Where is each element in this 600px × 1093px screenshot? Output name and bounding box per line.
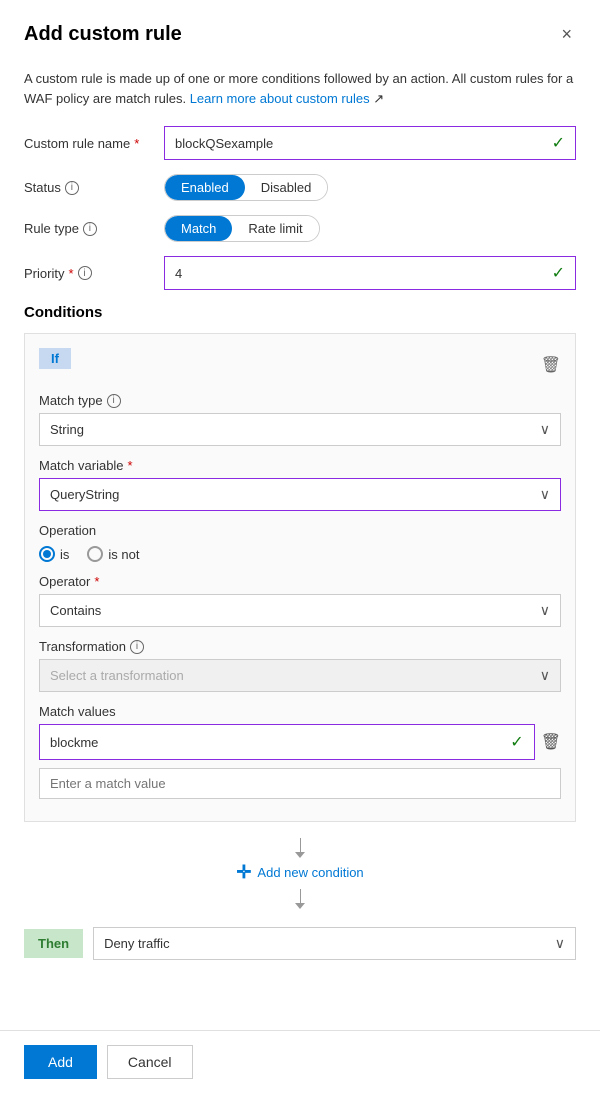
priority-valid-icon: ✓ xyxy=(552,263,565,283)
transformation-label: Transformation i xyxy=(39,639,561,654)
match-variable-chevron-icon: ∨ xyxy=(540,486,550,503)
dialog-title: Add custom rule xyxy=(24,23,182,46)
status-disabled-button[interactable]: Disabled xyxy=(245,175,328,200)
match-values-section: Match values blockme ✓ 🗑 xyxy=(39,704,561,799)
description-text: A custom rule is made up of one or more … xyxy=(24,69,576,108)
rule-type-rate-limit-button[interactable]: Rate limit xyxy=(232,216,318,241)
operation-is-radio[interactable] xyxy=(39,546,55,562)
match-type-select[interactable]: String ∨ xyxy=(39,413,561,446)
arrow-head xyxy=(295,852,305,858)
rule-type-control: Match Rate limit xyxy=(164,215,576,242)
match-value-row-empty xyxy=(39,768,561,799)
arrow-connector-2 xyxy=(295,889,305,909)
match-value-row-1: blockme ✓ 🗑 xyxy=(39,724,561,760)
then-action-select[interactable]: Deny traffic ∨ xyxy=(93,927,576,960)
priority-row: Priority * i 4 ✓ xyxy=(24,256,576,290)
conditions-section-title: Conditions xyxy=(24,304,576,321)
delete-match-value-icon[interactable]: 🗑 xyxy=(541,732,561,752)
operator-label: Operator * xyxy=(39,574,561,589)
match-values-label: Match values xyxy=(39,704,561,719)
priority-input[interactable]: 4 ✓ xyxy=(164,256,576,290)
then-chevron-icon: ∨ xyxy=(555,935,565,952)
required-star: * xyxy=(134,136,139,151)
priority-info-icon: i xyxy=(78,266,92,280)
match-variable-select[interactable]: QueryString ∨ xyxy=(39,478,561,511)
operation-radio-group: is is not xyxy=(39,546,561,562)
add-condition-button[interactable]: ✛ Add new condition xyxy=(236,862,363,883)
match-value-valid-icon: ✓ xyxy=(510,732,523,752)
operator-chevron-icon: ∨ xyxy=(540,602,550,619)
custom-rule-name-control: blockQSexample ✓ xyxy=(164,126,576,160)
rule-type-match-button[interactable]: Match xyxy=(165,216,232,241)
arrow-line xyxy=(300,838,301,852)
rule-type-toggle-group: Match Rate limit xyxy=(164,215,320,242)
match-type-label: Match type i xyxy=(39,393,561,408)
transformation-chevron-icon: ∨ xyxy=(540,667,550,684)
match-value-input-1[interactable]: blockme ✓ xyxy=(39,724,535,760)
custom-rule-name-input[interactable]: blockQSexample ✓ xyxy=(164,126,576,160)
arrow-line-2 xyxy=(300,889,301,903)
operation-row: Operation is is not xyxy=(39,523,561,562)
operation-is-not-item[interactable]: is not xyxy=(87,546,139,562)
valid-check-icon: ✓ xyxy=(552,133,565,153)
transformation-select[interactable]: Select a transformation ∨ xyxy=(39,659,561,692)
learn-more-link[interactable]: Learn more about custom rules xyxy=(190,91,370,106)
operation-label: Operation xyxy=(39,523,561,538)
operation-is-not-radio[interactable] xyxy=(87,546,103,562)
add-button[interactable]: Add xyxy=(24,1045,97,1079)
priority-control: 4 ✓ xyxy=(164,256,576,290)
operator-select[interactable]: Contains ∨ xyxy=(39,594,561,627)
condition-header: If 🗑 xyxy=(39,348,561,381)
rule-type-row: Rule type i Match Rate limit xyxy=(24,215,576,242)
status-toggle-group: Enabled Disabled xyxy=(164,174,328,201)
match-value-empty-input[interactable] xyxy=(39,768,561,799)
add-condition-row: ✛ Add new condition xyxy=(24,832,576,913)
if-label: If xyxy=(39,348,71,369)
then-label: Then xyxy=(24,929,83,958)
close-button[interactable]: × xyxy=(557,20,576,49)
arrow-head-2 xyxy=(295,903,305,909)
status-info-icon: i xyxy=(65,181,79,195)
conditions-box: If 🗑 Match type i String ∨ Match variabl… xyxy=(24,333,576,822)
status-row: Status i Enabled Disabled xyxy=(24,174,576,201)
add-custom-rule-dialog: Add custom rule × A custom rule is made … xyxy=(0,0,600,1093)
dialog-footer: Add Cancel xyxy=(0,1030,600,1093)
priority-required-star: * xyxy=(68,266,73,281)
match-variable-label: Match variable * xyxy=(39,458,561,473)
match-type-info-icon: i xyxy=(107,394,121,408)
cancel-button[interactable]: Cancel xyxy=(107,1045,193,1079)
custom-rule-name-row: Custom rule name * blockQSexample ✓ xyxy=(24,126,576,160)
arrow-connector xyxy=(295,838,305,858)
status-label: Status i xyxy=(24,180,164,195)
delete-condition-icon[interactable]: 🗑 xyxy=(541,355,561,375)
status-control: Enabled Disabled xyxy=(164,174,576,201)
custom-rule-name-label: Custom rule name * xyxy=(24,136,164,151)
rule-type-label: Rule type i xyxy=(24,221,164,236)
status-enabled-button[interactable]: Enabled xyxy=(165,175,245,200)
priority-label: Priority * i xyxy=(24,266,164,281)
dialog-header: Add custom rule × xyxy=(0,0,600,59)
then-row: Then Deny traffic ∨ xyxy=(24,927,576,960)
operation-is-item[interactable]: is xyxy=(39,546,69,562)
plus-icon: ✛ xyxy=(236,862,251,883)
match-type-chevron-icon: ∨ xyxy=(540,421,550,438)
transformation-info-icon: i xyxy=(130,640,144,654)
rule-type-info-icon: i xyxy=(83,222,97,236)
dialog-body: A custom rule is made up of one or more … xyxy=(0,59,600,1030)
